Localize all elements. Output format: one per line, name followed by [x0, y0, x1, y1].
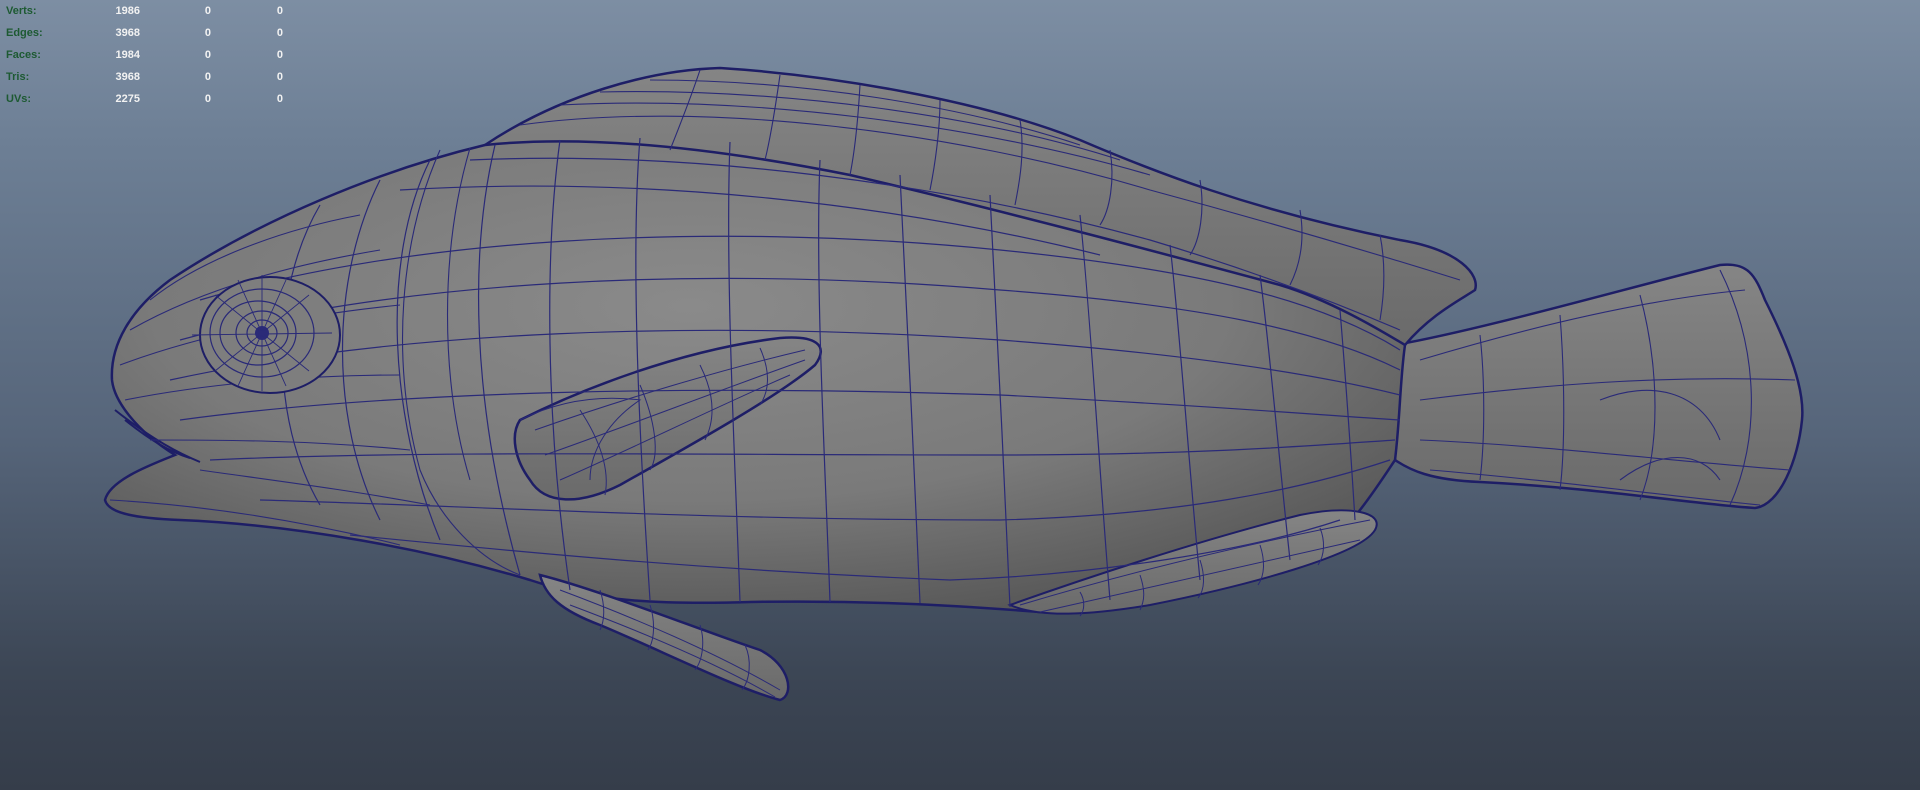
fish-model[interactable] — [0, 0, 1920, 790]
3d-viewport[interactable]: Verts: 1986 0 0 Edges: 3968 0 0 Faces: 1… — [0, 0, 1920, 790]
